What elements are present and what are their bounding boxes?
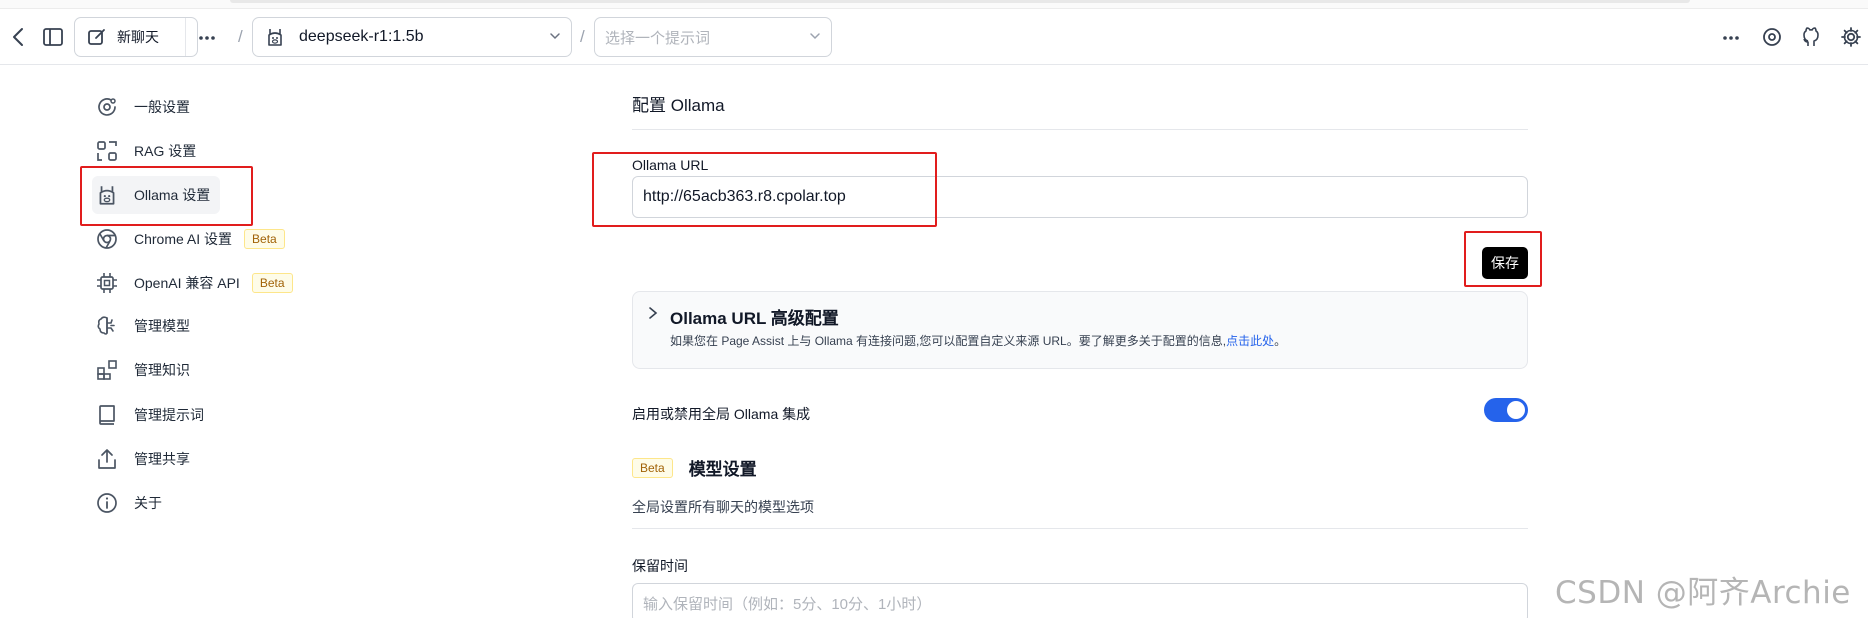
advanced-config-panel[interactable]: Ollama URL 高级配置 如果您在 Page Assist 上与 Olla… [632,291,1528,369]
ollama-llama-icon [94,182,120,208]
model-settings-header: Beta 模型设置 [632,455,757,480]
prompt-chevron-down-icon [809,31,821,41]
book-icon [94,402,120,428]
model-divider [632,528,1528,529]
sidebar-item-label: 管理模型 [134,318,190,334]
keep-alive-input[interactable]: 输入保留时间（例如：5分、10分、1小时） [632,583,1528,618]
beta-badge: Beta [632,457,673,478]
new-chat-label: 新聊天 [117,29,159,45]
sidebar-item-rag[interactable]: RAG 设置 [92,132,196,170]
advanced-desc-text: 如果您在 Page Assist 上与 Ollama 有连接问题,您可以配置自定… [670,334,1227,348]
sidebar-item-openai-api[interactable]: OpenAI 兼容 API Beta [92,264,293,302]
chrome-icon [94,226,120,252]
cpu-icon [94,270,120,296]
section-divider [632,129,1528,130]
brain-icon [94,313,120,339]
beta-badge: Beta [244,229,285,249]
click-here-link[interactable]: 点击此处 [1226,334,1274,348]
new-chat-edit-icon [87,27,107,47]
ollama-url-value: http://65acb363.r8.cpolar.top [643,188,846,205]
sidebar-item-manage-models[interactable]: 管理模型 [92,307,190,345]
pill-divider [185,18,186,56]
beta-badge: Beta [251,273,293,293]
info-icon [94,490,120,516]
keep-alive-label: 保留时间 [632,558,688,574]
watermark: CSDN @阿齐Archie [1555,575,1851,611]
cog-icon[interactable] [1838,24,1864,50]
advanced-config-description: 如果您在 Page Assist 上与 Ollama 有连接问题,您可以配置自定… [670,332,1286,349]
section-title: 配置 Ollama [632,96,725,115]
top-bar: 新聊天 / deepseek-r1:1.5b / 选择一个提示词 [0,10,1868,65]
share-icon [94,446,120,472]
prompt-select[interactable]: 选择一个提示词 [594,17,832,57]
sidebar-item-label: 管理共享 [134,451,190,467]
sidebar-item-label: Ollama 设置 [134,187,211,203]
advanced-desc-end: 。 [1274,334,1287,348]
global-ollama-toggle[interactable] [1484,398,1528,422]
global-ollama-toggle-label: 启用或禁用全局 Ollama 集成 [632,406,811,422]
github-icon[interactable] [1798,24,1824,50]
advanced-config-title[interactable]: Ollama URL 高级配置 [670,304,839,329]
ollama-url-input[interactable]: http://65acb363.r8.cpolar.top [632,176,1528,218]
more-dots-icon[interactable] [196,28,218,48]
selected-model: deepseek-r1:1.5b [299,28,424,45]
sidebar-item-general[interactable]: 一般设置 [92,88,190,126]
back-chevron-icon[interactable] [6,24,30,50]
blocks-icon [94,357,120,383]
sidebar-item-chrome-ai[interactable]: Chrome AI 设置 Beta [92,220,285,258]
sidebar-item-manage-sharing[interactable]: 管理共享 [92,440,190,478]
more-options-icon[interactable] [1720,28,1742,48]
ollama-url-label: Ollama URL [632,157,709,173]
sidebar-item-label: Chrome AI 设置 [134,231,233,247]
model-select[interactable]: deepseek-r1:1.5b [252,17,572,57]
ollama-llama-icon [265,26,285,48]
sidebar-item-label: 关于 [134,495,162,511]
sidebar-item-manage-prompts[interactable]: 管理提示词 [92,396,204,434]
sidebar-toggle-icon[interactable] [40,24,66,50]
model-chevron-down-icon [549,31,561,41]
sidebar-item-label: 一般设置 [134,99,190,115]
rag-icon [94,138,120,164]
toggle-knob [1507,401,1525,419]
breadcrumb-separator: / [580,27,585,46]
sidebar-item-ollama[interactable]: Ollama 设置 [92,176,220,214]
chevron-right-icon[interactable] [647,306,659,325]
model-settings-subtitle: 全局设置所有聊天的模型选项 [632,499,814,515]
model-settings-title: 模型设置 [688,460,757,479]
new-chat-button[interactable]: 新聊天 [74,17,198,57]
keep-alive-placeholder: 输入保留时间（例如：5分、10分、1小时） [643,595,932,613]
breadcrumb-separator: / [238,27,243,46]
sidebar-item-label: RAG 设置 [134,143,197,159]
top-strip-bar [230,0,1690,3]
sidebar-item-manage-knowledge[interactable]: 管理知识 [92,351,190,389]
sidebar-item-label: 管理知识 [134,362,190,378]
settings-orbit-icon [94,94,120,120]
settings-gear-icon[interactable] [1759,24,1785,50]
prompt-placeholder: 选择一个提示词 [605,29,711,47]
save-button[interactable]: 保存 [1482,247,1528,279]
sidebar-item-about[interactable]: 关于 [92,484,162,522]
browser-top-strip [0,0,1868,9]
sidebar-item-label: 管理提示词 [134,407,204,423]
sidebar-item-label: OpenAI 兼容 API [134,275,240,291]
